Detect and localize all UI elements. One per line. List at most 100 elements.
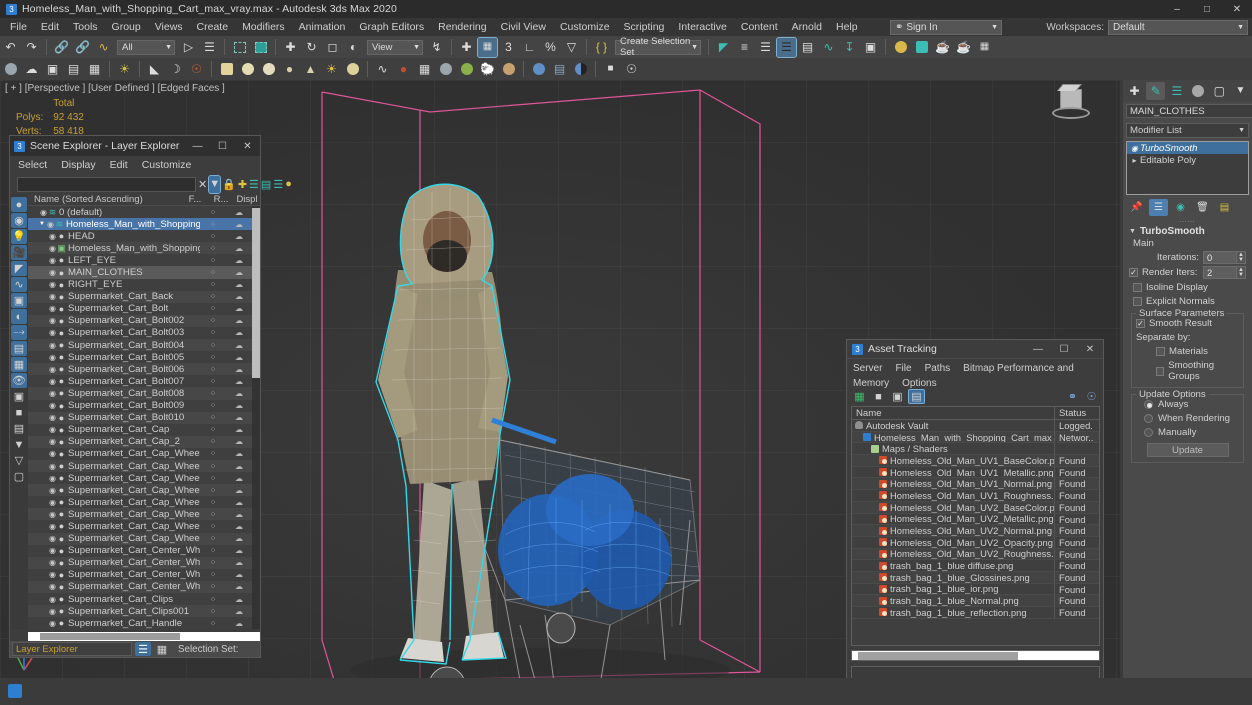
light-bulb-icon[interactable]: ☀ <box>115 60 134 79</box>
select-and-scale-icon[interactable]: ◻ <box>323 38 342 57</box>
frozen-cell-icon[interactable]: ⁘ <box>200 232 226 241</box>
modifier-stack-item[interactable]: ◉ TurboSmooth <box>1127 142 1248 154</box>
visibility-eye-icon[interactable]: ◉ <box>48 365 57 374</box>
asset-tracking-close-button[interactable]: ✕ <box>1077 340 1103 359</box>
filter-icon[interactable]: ▼ <box>208 174 222 194</box>
scene-explorer-row[interactable]: ◉ ● Supermarket_Cart_Cap_Wheel00 ⁘ ☁ <box>28 459 252 473</box>
select-layers-icon[interactable]: ☰ <box>273 176 283 193</box>
select-and-move-icon[interactable]: ✚ <box>281 38 300 57</box>
ribbon-toggle-icon[interactable]: ▤ <box>798 38 817 57</box>
scene-explorer-row[interactable]: ◉●Supermarket_Cart_Center_Wheel001⁘☁ <box>28 556 252 569</box>
frozen-cell-icon[interactable]: ⁘ <box>200 220 226 229</box>
spinner-snap-icon[interactable]: ∟ <box>520 38 539 57</box>
render-cell-icon[interactable]: ☁ <box>226 377 252 386</box>
frozen-cell-icon[interactable]: ⁘ <box>200 510 226 519</box>
frozen-cell-icon[interactable]: ⁘ <box>200 292 226 301</box>
frozen-cell-icon[interactable]: ⁘ <box>200 570 226 579</box>
lock-icon[interactable]: 🔒 <box>222 176 236 193</box>
manually-radio[interactable] <box>1144 428 1153 437</box>
scrollbar-thumb[interactable] <box>252 208 260 378</box>
visibility-eye-icon[interactable]: ◉ <box>48 607 57 616</box>
bind-to-space-warp-icon[interactable]: ∿ <box>94 38 113 57</box>
scene-explorer-row[interactable]: ◉●Supermarket_Cart_Center_Wheel002⁘☁ <box>28 568 252 581</box>
moon-icon[interactable]: ☽ <box>166 60 185 79</box>
column-name[interactable]: Name (Sorted Ascending) <box>28 194 182 205</box>
geometry-filter-icon[interactable]: ◉ <box>11 213 27 228</box>
unlink-selection-icon[interactable]: 🔗 <box>73 38 92 57</box>
visibility-icon[interactable]: 👁 <box>11 373 27 388</box>
scene-explorer-row[interactable]: ◉ ● Supermarket_Cart_Clips ⁘ ☁ <box>28 593 252 606</box>
visibility-eye-icon[interactable]: ◉ <box>48 341 57 350</box>
named-selection-sets-icon[interactable]: { } <box>592 38 611 57</box>
explicit-normals-checkbox[interactable] <box>1133 297 1142 306</box>
frozen-cell-icon[interactable]: ⁘ <box>200 244 226 253</box>
scene-explorer-row[interactable]: ◉ ● Supermarket_Cart_Bolt009 ⁘ ☁ <box>28 399 252 412</box>
disc-material-icon[interactable]: ● <box>280 60 299 79</box>
visibility-eye-icon[interactable]: ◉ <box>48 474 57 483</box>
layers-icon[interactable]: ☰ <box>249 176 259 193</box>
frozen-cell-icon[interactable]: ⁘ <box>200 365 226 374</box>
scene-explorer-row[interactable]: ◉ ● Supermarket_Cart_Bolt008 ⁘ ☁ <box>28 387 252 400</box>
frozen-cell-icon[interactable]: ⁘ <box>200 607 226 616</box>
mesh-icon[interactable]: ▦ <box>415 60 434 79</box>
box-material-icon[interactable] <box>217 60 236 79</box>
pin-stack-icon[interactable]: 📌 <box>1127 199 1146 216</box>
asset-table-row[interactable]: Homeless_Old_Man_UV2_Normal.png Found <box>852 525 1099 537</box>
add-layer-icon[interactable]: ✚ <box>238 176 247 193</box>
scene-explorer-toggle-icon[interactable]: ▦ <box>154 642 170 656</box>
help-circle-icon[interactable]: ☉ <box>622 60 641 79</box>
scene-explorer-row[interactable]: ◉ ● MAIN_CLOTHES ⁘ ☁ <box>28 266 252 279</box>
menu-rendering[interactable]: Rendering <box>431 18 493 36</box>
redo-icon[interactable]: ↷ <box>22 38 41 57</box>
render-cell-icon[interactable]: ☁ <box>226 534 252 543</box>
menu-animation[interactable]: Animation <box>292 18 353 36</box>
scene-explorer-row[interactable]: ◉●Supermarket_Cart_Cap_Wheel003⁘☁ <box>28 496 252 509</box>
asset-tracking-window[interactable]: 3 Asset Tracking — ☐ ✕ Server File Paths Bi… <box>846 339 1104 689</box>
create-selection-set-input[interactable]: Create Selection Set ▼ <box>615 36 701 58</box>
particles-filter-icon[interactable]: ▤ <box>11 341 27 356</box>
visibility-eye-icon[interactable]: ◉ <box>48 244 57 253</box>
scene-explorer-row[interactable]: ◉ ● Supermarket_Cart_Bolt010 ⁘ ☁ <box>28 411 252 424</box>
rendered-frame-window-icon[interactable] <box>912 38 931 57</box>
visibility-eye-icon[interactable]: ◉ <box>48 256 57 265</box>
frozen-cell-icon[interactable]: ⁘ <box>200 280 226 289</box>
scene-explorer-row[interactable]: ◉ ● Supermarket_Cart_Bolt006 ⁘ ☁ <box>28 363 252 376</box>
scene-explorer-menu-customize[interactable]: Customize <box>142 159 200 171</box>
rectangular-selection-region-icon[interactable] <box>230 38 249 57</box>
clear-search-icon[interactable]: ✕ <box>198 176 207 193</box>
frozen-cell-icon[interactable]: ⁘ <box>200 474 226 483</box>
tab-modify-icon[interactable]: ✎ <box>1146 82 1166 100</box>
visibility-eye-icon[interactable]: ◉ <box>48 401 57 410</box>
configure-modifier-sets-icon[interactable]: ▤ <box>1215 199 1234 216</box>
scene-explorer-menu-edit[interactable]: Edit <box>110 159 136 171</box>
groups-filter-icon[interactable]: ▣ <box>11 293 27 308</box>
bones-filter-icon[interactable]: ⤍ <box>11 325 27 340</box>
render-cell-icon[interactable]: ☁ <box>226 437 252 446</box>
visibility-eye-icon[interactable]: ◉ <box>39 208 48 217</box>
layered-icon[interactable]: ▤ <box>550 60 569 79</box>
schematic-view-icon[interactable]: ↧ <box>840 38 859 57</box>
iterations-spinner[interactable]: ▲ ▼ <box>1237 251 1246 264</box>
frozen-cell-icon[interactable]: ⁘ <box>200 425 226 434</box>
scene-explorer-row[interactable]: ◉ ● Supermarket_Cart_Center_Wheel ⁘ ☁ <box>28 544 252 557</box>
angle-snap-icon[interactable]: 3 <box>499 38 518 57</box>
smoothing-groups-checkbox[interactable] <box>1156 366 1165 376</box>
asset-table-row[interactable]: Homeless_Man_with_Shopping_Cart_max_vray… <box>852 431 1099 444</box>
sphere-primitive-icon[interactable] <box>1 60 20 79</box>
visibility-eye-icon[interactable]: ◉ <box>48 304 57 313</box>
render-setup-icon[interactable] <box>891 38 910 57</box>
show-end-result-icon[interactable]: ☰ <box>1149 199 1168 216</box>
modifier-list-select[interactable]: Modifier List ▼ <box>1126 123 1249 138</box>
column-render[interactable]: R... <box>208 194 234 205</box>
scene-explorer-row[interactable]: ◉ ● Supermarket_Cart_Bolt ⁘ ☁ <box>28 302 252 315</box>
scene-explorer-rows[interactable]: ◉ ≋ 0 (default) ⁘ ☁ ▼ ◉ ≋ Homeless_Man_with_Shop… <box>28 206 252 629</box>
reference-coordinate-select[interactable]: View ▼ <box>367 39 423 55</box>
render-cell-icon[interactable]: ☁ <box>226 208 252 217</box>
green-sphere-icon[interactable] <box>457 60 476 79</box>
half-sphere-icon[interactable] <box>571 60 590 79</box>
scene-explorer-row[interactable]: ◉▣Homeless_Man_with_Shopping_Cart⁘☁ <box>28 242 252 255</box>
asset-table-row[interactable]: Maps / Shaders <box>852 443 1099 456</box>
asset-table-row[interactable]: Homeless_Old_Man_UV1_Normal.png Found <box>852 478 1099 491</box>
render-cell-icon[interactable]: ☁ <box>226 522 252 531</box>
2d-snap-icon[interactable]: ▦ <box>477 36 498 58</box>
